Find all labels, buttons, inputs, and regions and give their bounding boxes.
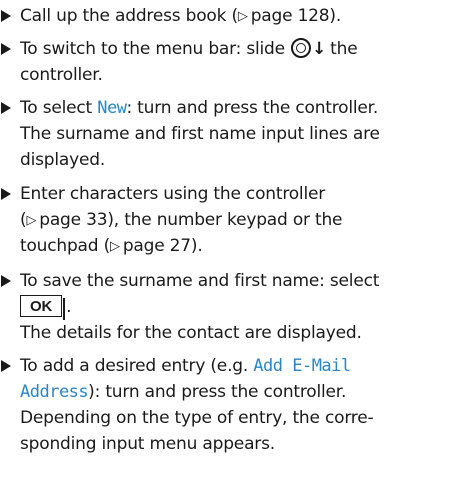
step-6-text-c: Depending on the type of entry, the corr…: [20, 408, 374, 428]
bullet-arrow-icon: [0, 181, 14, 207]
step-2: To switch to the menu bar: slide ↓ the co…: [0, 36, 463, 88]
step-2-text-c: controller.: [20, 65, 103, 85]
step-5-text-c: The details for the contact are displaye…: [20, 323, 362, 343]
step-4: Enter characters using the controller (▷…: [0, 181, 463, 259]
step-3-text-d: displayed.: [20, 150, 106, 170]
step-5-text-b: .: [66, 297, 72, 317]
step-2-text-b: the: [330, 39, 358, 59]
bullet-arrow-icon: [0, 95, 14, 121]
page-reference-icon: ▷: [26, 213, 37, 228]
step-2-text-a: To switch to the menu bar: slide: [20, 39, 285, 59]
controller-icon: [291, 38, 312, 58]
page-reference-icon: ▷: [237, 9, 248, 24]
bullet-arrow-icon: [0, 353, 14, 379]
step-5: To save the surname and first name: sele…: [0, 268, 463, 346]
step-1-text-b: ).: [329, 6, 342, 26]
step-3-text-b: : turn and press the controller.: [126, 98, 379, 118]
step-1-text-a: Call up the address book (: [20, 6, 238, 26]
menu-item-new: New: [97, 98, 127, 118]
step-4-text-c: ), the number keypad or the: [107, 210, 343, 230]
menu-item-add-email-1: Add E-Mail: [253, 356, 351, 376]
ok-button: OK: [20, 295, 66, 320]
step-3-text-a: To select: [20, 98, 98, 118]
step-6-text-b: ): turn and press the controller.: [88, 382, 347, 402]
step-1-page-ref: page 128: [250, 6, 330, 26]
step-4-text-d: touchpad (: [20, 236, 110, 256]
menu-item-add-email-2: Address: [20, 382, 89, 402]
slide-down-arrow-icon: ↓: [312, 39, 327, 59]
step-6: To add a desired entry (e.g. Add E-Mail …: [0, 353, 463, 457]
bullet-arrow-icon: [0, 268, 14, 294]
step-4-text-e: ).: [190, 236, 203, 256]
step-3: To select New: turn and press the contro…: [0, 95, 463, 173]
page-reference-icon: ▷: [110, 239, 120, 254]
step-3-text-c: The surname and first name input lines a…: [20, 124, 380, 144]
step-6-text-d: sponding input menu appears.: [20, 434, 275, 454]
step-4-page-ref-2: page 27: [122, 236, 191, 256]
step-4-page-ref-1: page 33: [39, 210, 108, 230]
step-4-text-a: Enter characters using the controller: [20, 184, 326, 204]
step-6-text-a: To add a desired entry (e.g.: [20, 356, 254, 376]
bullet-arrow-icon: [0, 36, 14, 62]
step-5-text-a: To save the surname and first name: sele…: [20, 271, 380, 291]
step-1: Call up the address book (▷ page 128).: [0, 3, 463, 29]
bullet-arrow-icon: [0, 3, 14, 29]
